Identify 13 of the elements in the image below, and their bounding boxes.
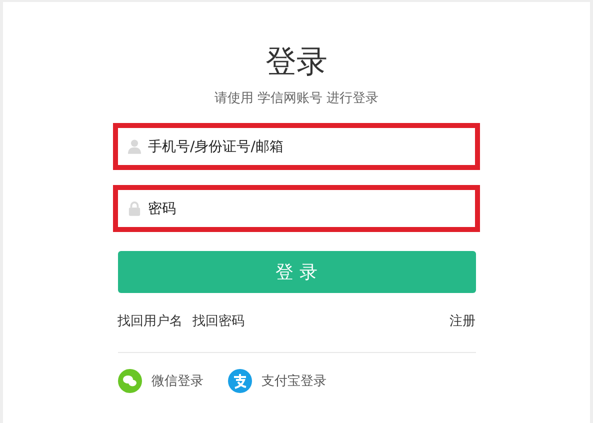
input-field[interactable]: 手机号/身份证号/邮箱 xyxy=(146,138,465,156)
person-icon xyxy=(128,139,141,154)
page-title: 登录 xyxy=(266,43,328,82)
lock-icon xyxy=(128,201,141,216)
subtitle: 请使用 学信网账号 进行登录 xyxy=(214,90,379,108)
social-login-link[interactable]: 支付宝登录 xyxy=(262,372,326,390)
input-field[interactable]: 密码 xyxy=(146,200,465,218)
link[interactable]: 找回用户名 xyxy=(118,312,182,330)
register-link[interactable]: 注册 xyxy=(450,312,476,330)
input-field[interactable]: 密码 xyxy=(113,185,480,232)
social-login-link[interactable]: 微信登录 xyxy=(152,372,204,390)
link[interactable]: 找回密码 xyxy=(192,312,244,330)
input-field[interactable]: 手机号/身份证号/邮箱 xyxy=(113,123,480,170)
